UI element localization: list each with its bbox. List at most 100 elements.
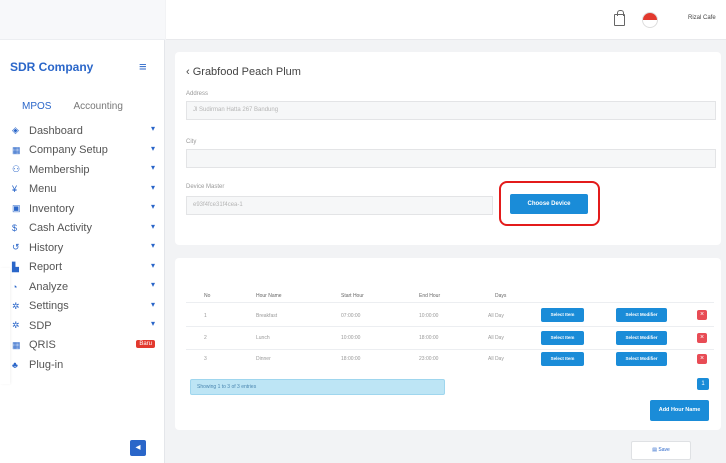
add-hour-name-button[interactable]: Add Hour Name <box>650 400 709 421</box>
sidebar-item-plug-in[interactable]: ♣ Plug-in <box>12 355 157 375</box>
cell-days: All Day <box>488 335 504 341</box>
save-button[interactable]: ▤ Save <box>631 441 691 460</box>
cell-end-hour: 18:00:00 <box>419 335 439 341</box>
chevron-down-icon: ▾ <box>150 241 155 250</box>
cell-no: 2 <box>204 335 207 341</box>
column-header: Hour Name <box>256 293 282 299</box>
table-divider <box>186 349 714 350</box>
sidebar-item-label: Company Setup <box>29 144 108 157</box>
entries-info: Showing 1 to 3 of 3 entries <box>190 379 445 395</box>
users-icon: ⚇ <box>12 164 21 175</box>
sidebar-header-strip <box>0 0 165 40</box>
save-label: Save <box>658 447 670 453</box>
table-divider <box>186 302 714 303</box>
chevron-down-icon: ▾ <box>150 319 155 328</box>
sidebar-item-label: History <box>29 241 64 254</box>
chevron-down-icon: ▾ <box>150 143 155 153</box>
city-label: City <box>186 139 197 145</box>
utensils-icon: ¥ <box>12 184 18 195</box>
pagination-page-1[interactable]: 1 <box>697 378 709 390</box>
sidebar-item-history[interactable]: ↺ History ▾ <box>12 238 157 258</box>
qr-icon: ▦ <box>12 339 21 350</box>
user-menu[interactable]: Rizal Cafe <box>688 15 716 21</box>
sidebar-item-label: Membership <box>29 163 90 176</box>
sidebar-item-qris[interactable]: ▦ QRIS Baru <box>12 336 157 356</box>
delete-button[interactable]: × <box>697 333 707 343</box>
hamburger-menu-icon[interactable]: ≡ <box>139 59 147 74</box>
sidebar-item-membership[interactable]: ⚇ Membership ▾ <box>12 160 157 180</box>
sidebar-item-label: Menu <box>29 183 57 196</box>
sidebar-item-label: Settings <box>29 300 69 313</box>
column-header: No <box>204 293 211 299</box>
sidebar-item-report[interactable]: ▙ Report ▾ <box>12 258 157 278</box>
address-field[interactable]: Jl Sudirman Hatta 267 Bandung <box>186 101 716 120</box>
collapse-sidebar-button[interactable]: ◂ <box>130 440 146 456</box>
cell-hour-name: Lunch <box>256 335 270 341</box>
cell-days: All Day <box>488 356 504 362</box>
column-header: Start Hour <box>341 293 364 299</box>
chevron-down-icon: ▾ <box>150 124 155 133</box>
sidebar-item-label: Analyze <box>29 280 69 293</box>
sidebar-item-label: Inventory <box>29 202 75 215</box>
sidebar-item-label: Report <box>29 261 63 274</box>
sidebar: SDR Company ≡ MPOS Accounting ◈ Dashboard… <box>0 0 165 463</box>
indonesia-flag-icon[interactable] <box>642 12 658 28</box>
sidebar-item-analyze[interactable]: ◔ Analyze ▾ <box>12 277 157 297</box>
cell-start-hour: 18:00:00 <box>341 356 361 362</box>
address-label: Address <box>186 91 209 97</box>
select-item-button[interactable]: Select Item <box>541 352 584 366</box>
device-master-field[interactable]: e93f4fce31f4cea-1 <box>186 196 493 215</box>
dashboard-icon: ◈ <box>12 125 19 136</box>
select-modifier-button[interactable]: Select Modifier <box>616 331 667 345</box>
cell-start-hour: 10:00:00 <box>341 335 361 341</box>
sidebar-item-cash-activity[interactable]: $ Cash Activity ▾ <box>12 219 157 239</box>
highlight-box <box>499 181 600 226</box>
tab-accounting[interactable]: Accounting <box>73 101 122 112</box>
plugin-icon: ♣ <box>12 359 18 370</box>
cell-days: All Day <box>488 313 504 319</box>
cell-end-hour: 10:00:00 <box>419 313 439 319</box>
sidebar-item-inventory[interactable]: ▣ Inventory ▾ <box>12 199 157 219</box>
new-badge: Baru <box>136 339 155 348</box>
sidebar-item-settings[interactable]: ✲ Settings ▾ <box>12 297 157 317</box>
report-icon: ▙ <box>12 261 19 272</box>
chevron-down-icon: ▾ <box>150 260 155 270</box>
sidebar-item-sdp[interactable]: ✲ SDP ▾ <box>12 316 157 336</box>
delete-button[interactable]: × <box>697 310 707 320</box>
mode-tabs: MPOS Accounting <box>22 101 123 112</box>
gear-icon: ✲ <box>12 300 20 311</box>
chevron-down-icon: ▾ <box>150 221 155 231</box>
page-title[interactable]: ‹ Grabfood Peach Plum <box>186 66 301 78</box>
delete-button[interactable]: × <box>697 354 707 364</box>
cell-no: 1 <box>204 313 207 319</box>
sidebar-item-label: SDP <box>29 319 52 332</box>
column-header: Days <box>495 293 507 299</box>
select-modifier-button[interactable]: Select Modifier <box>616 308 667 322</box>
select-item-button[interactable]: Select Item <box>541 308 584 322</box>
cell-start-hour: 07:00:00 <box>341 313 361 319</box>
chevron-down-icon: ▾ <box>150 202 155 211</box>
chevron-down-icon: ▾ <box>150 280 155 289</box>
select-item-button[interactable]: Select Item <box>541 331 584 345</box>
sidebar-nav: ◈ Dashboard ▾ ▦ Company Setup ▾ ⚇ Membership ▾… <box>12 121 157 375</box>
cell-no: 3 <box>204 356 207 362</box>
sdp-icon: ✲ <box>12 320 20 331</box>
sidebar-item-menu[interactable]: ¥ Menu ▾ <box>12 180 157 200</box>
inventory-icon: ▣ <box>12 203 21 214</box>
cell-hour-name: Breakfast <box>256 313 278 319</box>
side-drawer-tab <box>0 268 10 384</box>
sidebar-item-label: Cash Activity <box>29 222 92 235</box>
select-modifier-button[interactable]: Select Modifier <box>616 352 667 366</box>
column-header: End Hour <box>419 293 441 299</box>
sidebar-item-label: QRIS <box>29 339 56 352</box>
city-field[interactable] <box>186 149 716 168</box>
chevron-down-icon: ▾ <box>150 299 155 309</box>
sidebar-item-company-setup[interactable]: ▦ Company Setup ▾ <box>12 141 157 161</box>
tab-mpos[interactable]: MPOS <box>22 101 51 112</box>
device-master-label: Device Master <box>186 184 225 190</box>
sidebar-item-dashboard[interactable]: ◈ Dashboard ▾ <box>12 121 157 141</box>
cell-end-hour: 23:00:00 <box>419 356 439 362</box>
sidebar-item-label: Plug-in <box>29 358 64 371</box>
pie-chart-icon: ◔ <box>12 281 18 292</box>
shopping-bag-icon[interactable] <box>614 10 625 26</box>
